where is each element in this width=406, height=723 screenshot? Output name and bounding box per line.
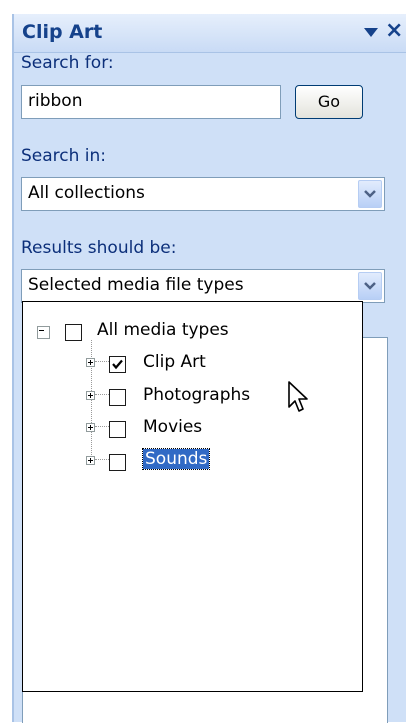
sounds-checkbox[interactable] bbox=[109, 454, 126, 471]
media-types-dropdown[interactable]: Selected media file types bbox=[21, 269, 385, 303]
tree-root-all-media-types[interactable]: All media types bbox=[23, 318, 353, 344]
close-icon[interactable]: × bbox=[385, 18, 403, 43]
photographs-checkbox[interactable] bbox=[109, 389, 126, 406]
task-pane-titlebar: Clip Art × bbox=[14, 14, 406, 53]
search-in-label: Search in: bbox=[21, 146, 107, 166]
tree-item-label: Movies bbox=[143, 417, 203, 437]
chevron-down-icon[interactable] bbox=[358, 180, 382, 208]
checkmark-icon bbox=[112, 359, 123, 370]
search-for-label: Search for: bbox=[21, 53, 114, 73]
all-media-types-checkbox[interactable] bbox=[65, 324, 82, 341]
pane-options-menu-icon[interactable] bbox=[364, 28, 378, 37]
media-types-value: Selected media file types bbox=[28, 275, 244, 295]
tree-item-label: Clip Art bbox=[143, 352, 206, 372]
mouse-pointer-icon bbox=[288, 381, 308, 412]
collapse-icon[interactable] bbox=[37, 326, 50, 339]
tree-item-movies[interactable]: Movies bbox=[23, 415, 353, 441]
results-should-be-label: Results should be: bbox=[21, 238, 177, 258]
expand-icon[interactable] bbox=[86, 456, 95, 465]
task-pane-title: Clip Art bbox=[22, 21, 103, 43]
expand-icon[interactable] bbox=[86, 423, 95, 432]
search-in-dropdown[interactable]: All collections bbox=[21, 177, 385, 211]
clip-art-checkbox[interactable] bbox=[109, 356, 126, 373]
tree-root-label: All media types bbox=[97, 320, 229, 340]
expand-icon[interactable] bbox=[86, 391, 95, 400]
movies-checkbox[interactable] bbox=[109, 421, 126, 438]
search-in-value: All collections bbox=[28, 183, 145, 203]
go-button[interactable]: Go bbox=[295, 85, 363, 119]
chevron-down-icon[interactable] bbox=[358, 272, 382, 300]
expand-icon[interactable] bbox=[86, 358, 95, 367]
search-input[interactable]: ribbon bbox=[21, 85, 281, 119]
tree-item-sounds[interactable]: Sounds bbox=[23, 448, 353, 474]
tree-item-label-selected: Sounds bbox=[141, 448, 211, 470]
tree-item-label: Photographs bbox=[143, 385, 251, 405]
media-types-tree-popup: All media types Clip Art Photographs Mov… bbox=[22, 301, 363, 692]
tree-item-clip-art[interactable]: Clip Art bbox=[23, 350, 353, 376]
search-input-value: ribbon bbox=[28, 91, 83, 111]
